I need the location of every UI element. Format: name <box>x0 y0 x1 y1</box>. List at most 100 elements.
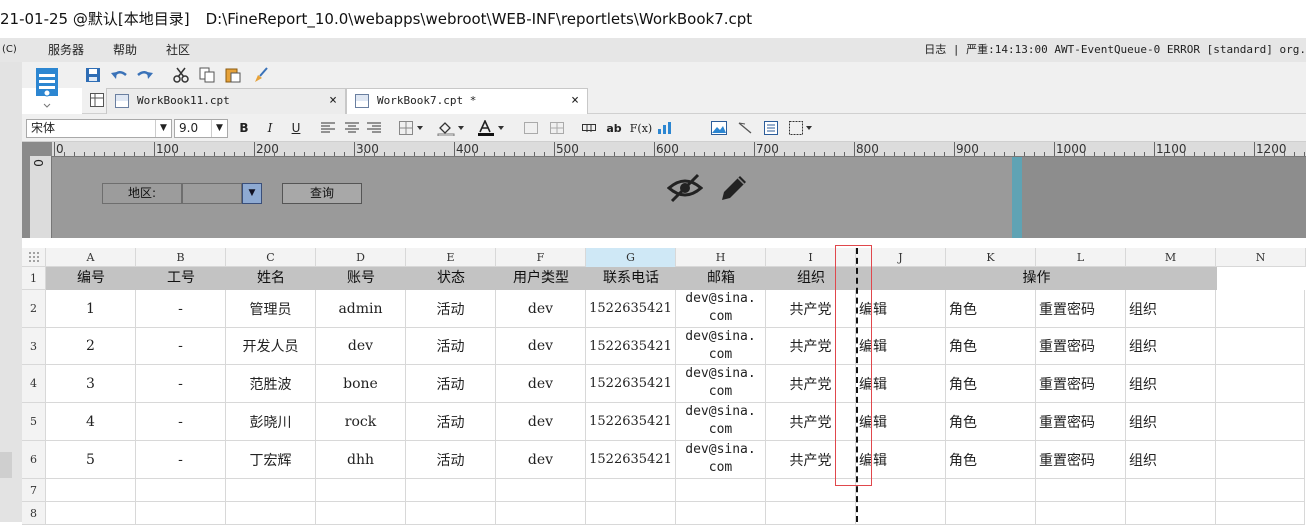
header-cell-user-type[interactable]: 用户类型 <box>496 267 586 290</box>
table-cell-no[interactable]: - <box>136 441 226 479</box>
table-cell-mail[interactable]: dev@sina. com <box>676 403 766 441</box>
close-icon[interactable]: × <box>329 89 337 113</box>
font-size-select[interactable]: 9.0 ▼ <box>174 119 228 138</box>
table-cell-id[interactable]: 4 <box>46 403 136 441</box>
table-cell-op3[interactable]: 重置密码 <box>1036 290 1126 328</box>
chevron-down-icon[interactable]: ▼ <box>242 183 262 204</box>
column-header-k[interactable]: K <box>946 248 1036 267</box>
row-header-3[interactable]: 3 <box>22 328 46 365</box>
table-cell-id[interactable]: 5 <box>46 441 136 479</box>
column-header-c[interactable]: C <box>226 248 316 267</box>
menu-server[interactable]: 服务器 <box>48 38 84 62</box>
table-cell-no[interactable]: - <box>136 365 226 403</box>
table-cell-account[interactable]: dev <box>316 328 406 365</box>
row-header-5[interactable]: 5 <box>22 403 46 441</box>
table-cell-no[interactable]: - <box>136 290 226 328</box>
header-cell-employee-no[interactable]: 工号 <box>136 267 226 290</box>
font-family-select[interactable]: 宋体 ▼ <box>26 119 172 138</box>
table-cell-empty[interactable] <box>406 479 496 502</box>
hide-icon[interactable] <box>666 172 704 207</box>
image-icon[interactable] <box>710 119 728 137</box>
table-cell-empty[interactable] <box>1216 479 1305 502</box>
table-cell-phone[interactable]: 1522635421 <box>586 365 676 403</box>
table-cell-no[interactable]: - <box>136 328 226 365</box>
redo-icon[interactable] <box>136 66 154 84</box>
merge-cell-icon[interactable] <box>522 119 540 137</box>
table-cell-phone[interactable]: 1522635421 <box>586 290 676 328</box>
column-header-a[interactable]: A <box>46 248 136 267</box>
table-cell-name[interactable]: 开发人员 <box>226 328 316 365</box>
italic-button[interactable]: I <box>262 119 278 137</box>
tab-workbook11[interactable]: WorkBook11.cpt × <box>106 88 346 114</box>
table-cell-empty[interactable] <box>496 479 586 502</box>
fill-color-icon[interactable] <box>436 119 466 137</box>
insert-row-icon[interactable] <box>580 119 598 137</box>
formula-icon[interactable]: F(x) <box>630 119 652 137</box>
text-icon[interactable]: ab <box>604 119 624 137</box>
table-cell-type[interactable]: dev <box>496 441 586 479</box>
table-cell-op4[interactable]: 组织 <box>1126 403 1216 441</box>
column-header-b[interactable]: B <box>136 248 226 267</box>
format-brush-icon[interactable] <box>252 66 270 84</box>
table-cell-empty[interactable] <box>586 479 676 502</box>
select-all-corner[interactable] <box>22 248 46 267</box>
table-cell-_[interactable] <box>1216 403 1305 441</box>
log-label[interactable]: 日志 <box>924 43 946 56</box>
table-cell-empty[interactable] <box>946 479 1036 502</box>
align-center-icon[interactable] <box>344 119 360 137</box>
tab-workbook7[interactable]: WorkBook7.cpt * × <box>346 88 588 114</box>
column-header-m[interactable]: M <box>1126 248 1216 267</box>
chevron-down-icon[interactable]: ▼ <box>155 120 171 137</box>
table-cell-phone[interactable]: 1522635421 <box>586 441 676 479</box>
close-icon[interactable]: × <box>571 89 579 113</box>
table-cell-_[interactable] <box>1216 441 1305 479</box>
widget-icon[interactable] <box>788 119 814 137</box>
table-cell-op2[interactable]: 角色 <box>946 403 1036 441</box>
table-cell-id[interactable]: 1 <box>46 290 136 328</box>
table-cell-status[interactable]: 活动 <box>406 441 496 479</box>
cut-icon[interactable] <box>172 66 190 84</box>
header-cell-id[interactable]: 编号 <box>46 267 136 290</box>
table-cell-empty[interactable] <box>1036 479 1126 502</box>
menu-community[interactable]: 社区 <box>166 38 190 62</box>
table-cell-empty[interactable] <box>46 479 136 502</box>
table-cell-op3[interactable]: 重置密码 <box>1036 441 1126 479</box>
table-cell-account[interactable]: admin <box>316 290 406 328</box>
table-cell-empty[interactable] <box>136 479 226 502</box>
table-cell-op3[interactable]: 重置密码 <box>1036 403 1126 441</box>
align-left-icon[interactable] <box>320 119 336 137</box>
table-cell-account[interactable]: bone <box>316 365 406 403</box>
font-color-icon[interactable] <box>476 119 506 137</box>
column-header-e[interactable]: E <box>406 248 496 267</box>
table-cell-_[interactable] <box>1216 365 1305 403</box>
row-header-6[interactable]: 6 <box>22 441 46 479</box>
underline-button[interactable]: U <box>288 119 304 137</box>
table-cell-type[interactable]: dev <box>496 403 586 441</box>
table-cell-mail[interactable]: dev@sina. com <box>676 441 766 479</box>
table-cell-op2[interactable]: 角色 <box>946 328 1036 365</box>
sub-report-icon[interactable] <box>762 119 780 137</box>
table-cell-account[interactable]: dhh <box>316 441 406 479</box>
table-cell-account[interactable]: rock <box>316 403 406 441</box>
header-cell-actions[interactable]: 操作 <box>856 267 1217 290</box>
table-cell-op4[interactable]: 组织 <box>1126 328 1216 365</box>
header-cell-phone[interactable]: 联系电话 <box>586 267 676 290</box>
table-cell-empty[interactable] <box>676 479 766 502</box>
bold-button[interactable]: B <box>236 119 252 137</box>
table-cell-name[interactable]: 管理员 <box>226 290 316 328</box>
table-cell-type[interactable]: dev <box>496 328 586 365</box>
table-cell-phone[interactable]: 1522635421 <box>586 328 676 365</box>
left-panel-selected[interactable] <box>0 452 12 478</box>
table-cell-type[interactable]: dev <box>496 365 586 403</box>
table-cell-status[interactable]: 活动 <box>406 290 496 328</box>
table-cell-op3[interactable]: 重置密码 <box>1036 328 1126 365</box>
table-cell-op2[interactable]: 角色 <box>946 441 1036 479</box>
table-cell-empty[interactable] <box>1126 479 1216 502</box>
canvas-resize-handle[interactable] <box>1012 157 1022 238</box>
query-button[interactable]: 查询 <box>282 183 362 204</box>
table-cell-op2[interactable]: 角色 <box>946 365 1036 403</box>
table-cell-phone[interactable]: 1522635421 <box>586 403 676 441</box>
column-header-g[interactable]: G <box>586 248 676 267</box>
table-cell-mail[interactable]: dev@sina. com <box>676 290 766 328</box>
slash-icon[interactable] <box>736 119 754 137</box>
